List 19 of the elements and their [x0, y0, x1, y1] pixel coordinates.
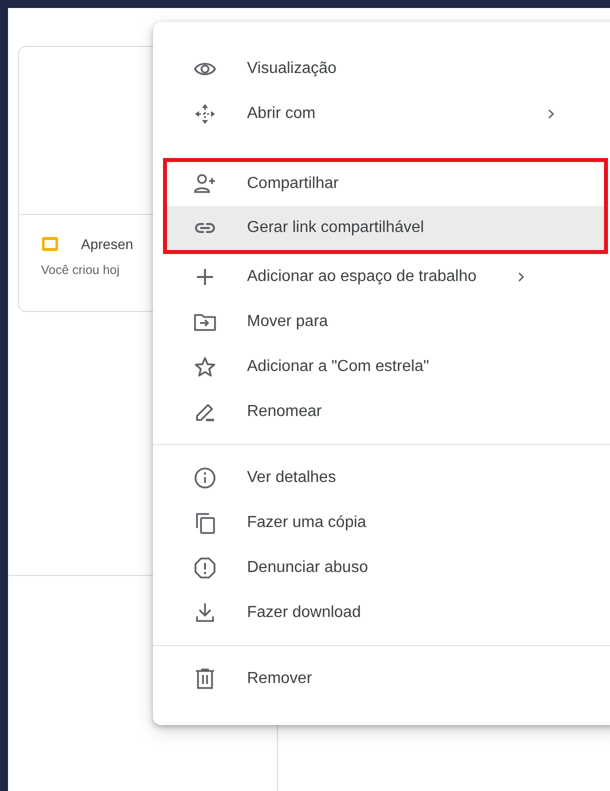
copy-icon [193, 510, 217, 534]
slides-icon [41, 235, 59, 253]
star-icon [193, 354, 217, 378]
move-arrows-icon [193, 102, 217, 126]
menu-item[interactable]: Fazer uma cópia [153, 500, 610, 545]
file-title: Apresen [81, 236, 134, 252]
menu-item[interactable]: Remover [153, 656, 610, 701]
menu-item[interactable]: Renomear [153, 389, 610, 434]
download-icon [193, 600, 217, 624]
menu-item[interactable]: Denunciar abuso [153, 545, 610, 590]
menu-item[interactable]: Gerar link compartilhável [167, 206, 604, 250]
menu-item[interactable]: Ver detalhes [153, 455, 610, 500]
file-subtitle: Você criou hoj [41, 263, 120, 277]
info-icon [193, 466, 217, 490]
trash-icon [193, 666, 217, 690]
menu-item[interactable]: Adicionar a "Com estrela" [153, 344, 610, 389]
add-person-icon [193, 172, 217, 196]
warning-octagon-icon [193, 556, 217, 580]
menu-item[interactable]: Fazer download [153, 590, 610, 635]
